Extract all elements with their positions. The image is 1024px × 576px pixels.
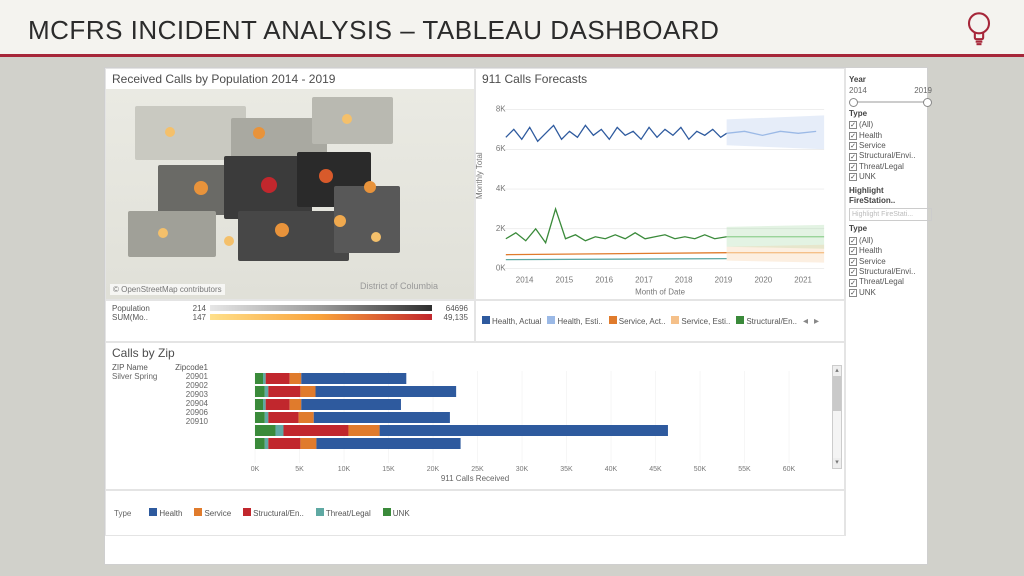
scroll-thumb[interactable] [833, 376, 841, 411]
type-all-1[interactable]: ✓(All) [849, 120, 932, 130]
svg-text:Monthly Total: Monthly Total [476, 152, 484, 199]
pop-gradient [210, 305, 432, 311]
svg-text:30K: 30K [516, 466, 529, 473]
svg-text:60K: 60K [783, 466, 796, 473]
type-filter-label-1: Type [849, 109, 932, 119]
forecast-panel: 911 Calls Forecasts 8K 6K 4K 2K 0K Month… [475, 68, 845, 300]
sum-max: 49,135 [436, 313, 468, 322]
svg-text:20K: 20K [427, 466, 440, 473]
svg-text:40K: 40K [605, 466, 618, 473]
forecast-chart[interactable]: 8K 6K 4K 2K 0K Monthly Total 2014 2015 2… [476, 89, 844, 299]
type-health-2[interactable]: ✓Health [849, 246, 932, 256]
year-label: Year [849, 75, 932, 85]
lightbulb-icon [962, 10, 996, 50]
type-threat-2[interactable]: ✓Threat/Legal [849, 277, 932, 287]
zip-row-labels: ZIP Name Zipcode1 Silver Spring20901 209… [112, 363, 208, 473]
svg-text:45K: 45K [649, 466, 662, 473]
scroll-up-icon[interactable]: ▴ [833, 366, 841, 376]
scroll-down-icon[interactable]: ▾ [833, 458, 841, 468]
dashboard-container: Received Calls by Population 2014 - 2019 [104, 67, 928, 565]
svg-text:2016: 2016 [595, 276, 613, 285]
map-dc-label: District of Columbia [360, 281, 438, 291]
forecast-legend: Health, Actual Health, Esti.. Service, A… [475, 300, 845, 342]
type-unk-2[interactable]: ✓UNK [849, 288, 932, 298]
type-unk-1[interactable]: ✓UNK [849, 172, 932, 182]
svg-text:2017: 2017 [635, 276, 653, 285]
highlight-label: Highlight FireStation.. [849, 186, 932, 207]
filter-sidebar: Year 2014 2019 Type ✓(All) ✓Health ✓Serv… [845, 68, 935, 536]
svg-text:Month of Date: Month of Date [635, 287, 685, 296]
year-max: 2019 [914, 86, 932, 96]
zip-legend-label: Type [114, 509, 131, 518]
svg-text:2015: 2015 [556, 276, 574, 285]
svg-text:2014: 2014 [516, 276, 534, 285]
page-title: MCFRS INCIDENT ANALYSIS – TABLEAU DASHBO… [28, 15, 719, 46]
svg-text:15K: 15K [382, 466, 395, 473]
type-service-1[interactable]: ✓Service [849, 141, 932, 151]
pop-min: 214 [174, 304, 206, 313]
slide-header: MCFRS INCIDENT ANALYSIS – TABLEAU DASHBO… [0, 0, 1024, 57]
svg-text:35K: 35K [560, 466, 573, 473]
svg-text:2020: 2020 [754, 276, 772, 285]
svg-text:0K: 0K [251, 466, 260, 473]
sum-gradient [210, 314, 432, 320]
zip-bar-chart[interactable]: 0K 5K 10K 15K 20K 25K 30K 35K 40K 45K 50K 55K 60K [208, 363, 838, 473]
svg-text:4K: 4K [496, 184, 506, 193]
svg-text:6K: 6K [496, 144, 506, 153]
zip-x-label: 911 Calls Received [106, 473, 844, 483]
svg-text:2019: 2019 [715, 276, 733, 285]
map-canvas[interactable]: © OpenStreetMap contributors District of… [106, 89, 474, 299]
forecast-title: 911 Calls Forecasts [476, 69, 844, 89]
sum-min: 147 [174, 313, 206, 322]
legend-prev-icon[interactable]: ◂ [803, 316, 808, 327]
svg-text:8K: 8K [496, 104, 506, 113]
highlight-input[interactable]: Highlight FireStati... [849, 208, 932, 221]
type-all-2[interactable]: ✓(All) [849, 236, 932, 246]
svg-text:55K: 55K [738, 466, 751, 473]
map-panel: Received Calls by Population 2014 - 2019 [105, 68, 475, 300]
svg-text:5K: 5K [295, 466, 304, 473]
svg-text:0K: 0K [496, 264, 506, 273]
type-health-1[interactable]: ✓Health [849, 131, 932, 141]
svg-text:25K: 25K [471, 466, 484, 473]
pop-label: Population [112, 304, 170, 313]
sum-label: SUM(Mo.. [112, 313, 170, 322]
type-struct-1[interactable]: ✓Structural/Envi.. [849, 151, 932, 161]
legend-next-icon[interactable]: ▸ [814, 316, 819, 327]
svg-text:10K: 10K [338, 466, 351, 473]
year-slider[interactable] [851, 101, 930, 103]
svg-text:50K: 50K [694, 466, 707, 473]
type-threat-1[interactable]: ✓Threat/Legal [849, 162, 932, 172]
type-struct-2[interactable]: ✓Structural/Envi.. [849, 267, 932, 277]
svg-text:2021: 2021 [794, 276, 812, 285]
year-min: 2014 [849, 86, 867, 96]
svg-text:2K: 2K [496, 224, 506, 233]
zip-panel: Calls by Zip ZIP Name Zipcode1 Silver Sp… [105, 342, 845, 490]
zip-scrollbar[interactable]: ▴ ▾ [832, 365, 842, 469]
pop-max: 64696 [436, 304, 468, 313]
map-attribution: © OpenStreetMap contributors [110, 284, 225, 295]
zip-legend: Type Health Service Structural/En.. Thre… [105, 490, 845, 536]
zip-title: Calls by Zip [106, 343, 844, 363]
map-title: Received Calls by Population 2014 - 2019 [106, 69, 474, 89]
type-service-2[interactable]: ✓Service [849, 257, 932, 267]
svg-text:2018: 2018 [675, 276, 693, 285]
map-legend: Population 214 64696 SUM(Mo.. 147 49,135 [105, 300, 475, 342]
type-filter-label-2: Type [849, 224, 932, 234]
